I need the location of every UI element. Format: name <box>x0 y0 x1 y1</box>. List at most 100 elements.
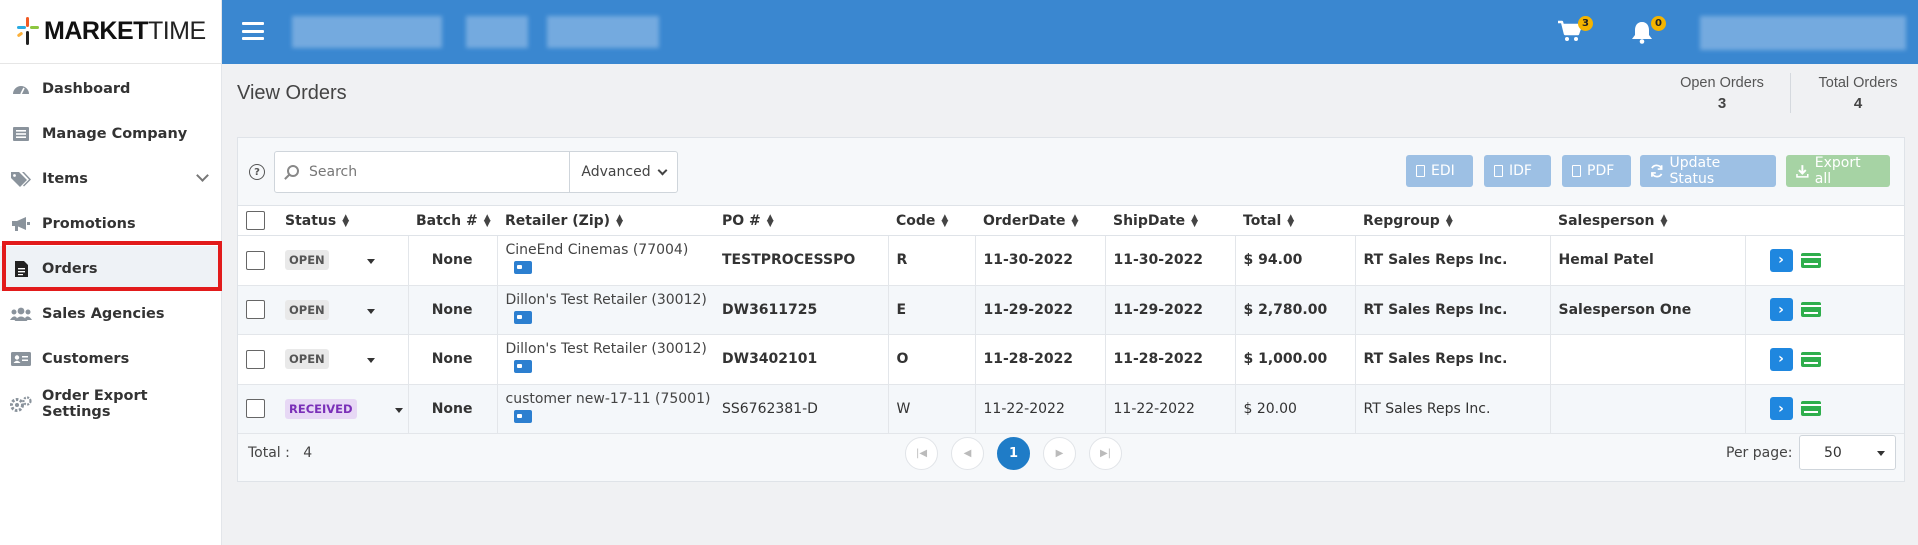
view-order-button[interactable]: › <box>1769 248 1793 272</box>
status-dropdown-caret-icon[interactable] <box>366 308 375 314</box>
total-cell: $ 2,780.00 <box>1235 285 1356 335</box>
status-badge: OPEN <box>285 349 329 370</box>
redacted-breadcrumb-1 <box>292 16 442 48</box>
export-all-button[interactable]: Export all <box>1786 155 1890 187</box>
sidebar-item-sales-agencies[interactable]: Sales Agencies <box>0 291 221 336</box>
view-order-button[interactable]: › <box>1769 347 1793 371</box>
column-header-code[interactable]: Code ▲ ▼ <box>888 205 975 236</box>
payment-card-icon[interactable] <box>1800 252 1821 268</box>
column-header-batch[interactable]: Batch # ▲ ▼ <box>408 205 497 236</box>
batch-cell: None <box>408 235 498 286</box>
advanced-search-button[interactable]: Advanced <box>570 152 677 192</box>
retailer-contact-card-icon[interactable] <box>513 261 532 275</box>
column-header-retailer[interactable]: Retailer (Zip) ▲ ▼ <box>497 205 714 236</box>
payment-card-icon[interactable] <box>1800 351 1821 367</box>
order-date-cell: 11-29-2022 <box>975 285 1106 335</box>
bell-icon[interactable]: 0 <box>1630 16 1666 44</box>
chevron-down-icon <box>657 165 668 175</box>
payment-card-icon[interactable] <box>1800 302 1821 318</box>
sidebar-item-customers[interactable]: Customers <box>0 336 221 381</box>
column-header-status[interactable]: Status ▲ ▼ <box>277 205 408 236</box>
sidebar-item-label: Sales Agencies <box>42 305 165 322</box>
sidebar-item-label: Order Export Settings <box>42 387 148 420</box>
help-icon[interactable]: ? <box>249 164 265 180</box>
last-page-button[interactable]: ▶| <box>1089 437 1122 470</box>
sidebar-item-dashboard[interactable]: Dashboard <box>0 66 221 111</box>
status-dropdown-caret-icon[interactable] <box>394 407 403 413</box>
page-title: View Orders <box>237 82 347 104</box>
sidebar-item-order-export-settings[interactable]: Order Export Settings <box>0 381 221 426</box>
column-header-ship-date[interactable]: ShipDate ▲ ▼ <box>1105 205 1235 236</box>
per-page-value: 50 <box>1824 444 1842 461</box>
pdf-button[interactable]: PDF <box>1562 155 1631 187</box>
chevron-down-icon[interactable] <box>196 169 209 182</box>
file-icon <box>1494 165 1503 177</box>
sort-icon: ▲ ▼ <box>766 212 774 229</box>
notification-count-badge: 0 <box>1651 16 1666 31</box>
po-cell: DW3611725 <box>714 285 889 335</box>
sort-icon: ▲ ▼ <box>1071 212 1079 229</box>
code-cell: E <box>888 285 976 335</box>
sidebar-item-label: Items <box>42 170 88 187</box>
status-dropdown-caret-icon[interactable] <box>366 259 375 265</box>
column-header-order-date[interactable]: OrderDate ▲ ▼ <box>975 205 1105 236</box>
retailer-name[interactable]: Dillon's Test Retailer (30012) <box>506 292 715 308</box>
retailer-contact-card-icon[interactable] <box>513 360 532 374</box>
company-list-icon <box>10 125 32 143</box>
view-order-button[interactable]: › <box>1769 397 1793 421</box>
order-date-cell: 11-30-2022 <box>975 235 1106 286</box>
retailer-name[interactable]: customer new-17-11 (75001) <box>506 391 715 407</box>
row-checkbox[interactable] <box>246 300 265 320</box>
sidebar-item-promotions[interactable]: Promotions <box>0 201 221 246</box>
sidebar-item-orders[interactable]: Orders <box>0 246 221 291</box>
sidebar-item-manage-company[interactable]: Manage Company <box>0 111 221 156</box>
column-header-total[interactable]: Total ▲ ▼ <box>1235 205 1355 236</box>
row-select-cell <box>238 285 277 335</box>
search-icon <box>287 165 299 177</box>
retailer-name[interactable]: CineEnd Cinemas (77004) <box>506 242 715 258</box>
idf-button[interactable]: IDF <box>1484 155 1551 187</box>
next-page-button[interactable]: ▶ <box>1043 437 1076 470</box>
caret-down-icon <box>1877 451 1885 456</box>
select-all-header <box>238 205 277 236</box>
orders-toolbar: ? Advanced EDI IDF PDF Update Status <box>238 138 1904 205</box>
table-row[interactable]: OPEN None Dillon's Test Retailer (30012) DW… <box>238 285 1904 335</box>
marketime-logo[interactable]: MARKETTIME <box>0 0 221 64</box>
current-page-button[interactable]: 1 <box>997 437 1030 470</box>
per-page-select[interactable]: 50 <box>1799 435 1896 470</box>
previous-page-button[interactable]: ◀ <box>951 437 984 470</box>
edi-button[interactable]: EDI <box>1406 155 1473 187</box>
redacted-user-menu[interactable] <box>1700 16 1906 50</box>
status-dropdown-caret-icon[interactable] <box>366 358 375 364</box>
cart-icon[interactable]: 3 <box>1557 16 1593 44</box>
select-all-checkbox[interactable] <box>246 211 265 230</box>
retailer-contact-card-icon[interactable] <box>513 310 532 324</box>
update-status-button[interactable]: Update Status <box>1640 155 1776 187</box>
column-header-salesperson[interactable]: Salesperson ▲ ▼ <box>1550 205 1745 236</box>
column-header-repgroup[interactable]: Repgroup ▲ ▼ <box>1355 205 1550 236</box>
ship-date-cell: 11-28-2022 <box>1105 334 1236 385</box>
per-page-label: Per page: <box>1726 445 1793 461</box>
sort-icon: ▲ ▼ <box>1191 212 1199 229</box>
stats-divider <box>1790 73 1791 113</box>
table-row[interactable]: OPEN None CineEnd Cinemas (77004) TESTPROCE… <box>238 235 1904 286</box>
retailer-name[interactable]: Dillon's Test Retailer (30012) <box>506 341 715 357</box>
total-orders-value: 4 <box>1853 95 1863 112</box>
search-input[interactable] <box>275 152 569 192</box>
total-count: Total : 4 <box>248 445 312 461</box>
sort-icon: ▲ ▼ <box>1660 212 1668 229</box>
row-checkbox[interactable] <box>246 349 265 369</box>
sidebar-item-items[interactable]: Items <box>0 156 221 201</box>
total-value: 4 <box>303 445 313 461</box>
first-page-button[interactable]: |◀ <box>905 437 938 470</box>
table-header-row: Status ▲ ▼ Batch # ▲ ▼ Retailer (Zip) ▲ ▼ PO #… <box>238 205 1904 236</box>
view-order-button[interactable]: › <box>1769 298 1793 322</box>
column-header-po[interactable]: PO # ▲ ▼ <box>714 205 888 236</box>
retailer-contact-card-icon[interactable] <box>513 409 532 423</box>
payment-card-icon[interactable] <box>1800 401 1821 417</box>
table-row[interactable]: OPEN None Dillon's Test Retailer (30012) DW… <box>238 334 1904 385</box>
total-label: Total : <box>248 445 290 461</box>
row-checkbox[interactable] <box>246 250 265 270</box>
hamburger-menu-icon[interactable] <box>242 22 264 40</box>
row-checkbox[interactable] <box>246 399 265 419</box>
